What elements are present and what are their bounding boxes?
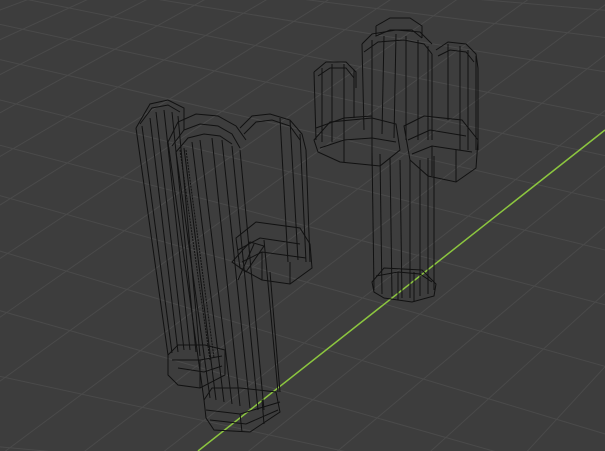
viewport-canvas[interactable] xyxy=(0,0,605,451)
3d-viewport[interactable] xyxy=(0,0,605,451)
